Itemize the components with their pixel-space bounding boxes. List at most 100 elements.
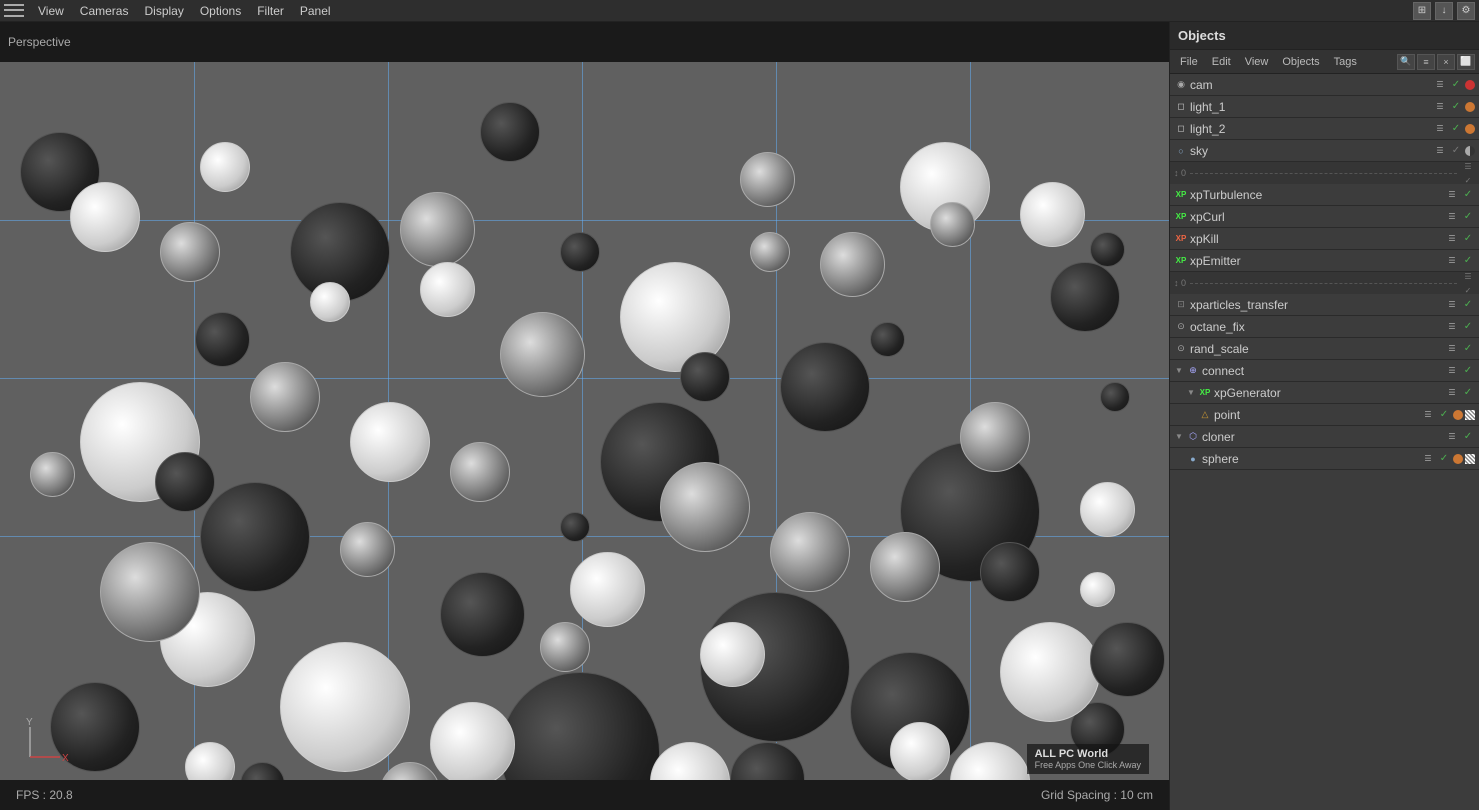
obj-name-xpkill: xpKill [1190,232,1443,246]
point-controls: ☰ ✓ [1421,408,1475,422]
panel-file[interactable]: File [1174,54,1204,70]
sky-color-dot [1465,146,1475,156]
panel-objects[interactable]: Objects [1276,54,1325,70]
menu-display[interactable]: Display [136,2,191,20]
obj-item-connect[interactable]: ▼ ⊕ connect ☰ ✓ [1170,360,1479,382]
layout-icon[interactable]: ⊞ [1413,2,1431,20]
panel-view[interactable]: View [1239,54,1275,70]
xpturbulence-vis-btn[interactable]: ☰ [1445,188,1459,202]
obj-item-cloner[interactable]: ▼ ⬡ cloner ☰ ✓ [1170,426,1479,448]
menu-panel[interactable]: Panel [292,2,339,20]
connect-check-btn[interactable]: ✓ [1461,364,1475,378]
xpgen-vis-btn[interactable]: ☰ [1445,386,1459,400]
rand-vis-btn[interactable]: ☰ [1445,342,1459,356]
obj-item-sphere[interactable]: ● sphere ☰ ✓ [1170,448,1479,470]
cloner-icon: ⬡ [1186,430,1200,444]
obj-item-light1[interactable]: ◻ light_1 ☰ ✓ [1170,96,1479,118]
xpgen-check-btn[interactable]: ✓ [1461,386,1475,400]
save-icon[interactable]: ↓ [1435,2,1453,20]
sky-check-btn[interactable]: ✓ [1449,144,1463,158]
obj-item-xparticles-transfer[interactable]: ⊡ xparticles_transfer ☰ ✓ [1170,294,1479,316]
menu-filter[interactable]: Filter [249,2,292,20]
sphere-obj [930,202,975,247]
sphere-obj [340,522,395,577]
xpt-vis-btn[interactable]: ☰ [1445,298,1459,312]
settings-icon[interactable]: ⚙ [1457,2,1475,20]
obj-item-rand-scale[interactable]: ⊙ rand_scale ☰ ✓ [1170,338,1479,360]
panel-tags[interactable]: Tags [1328,54,1363,70]
obj-item-xpkill[interactable]: XP xpKill ☰ ✓ [1170,228,1479,250]
search-icon[interactable]: 🔍 [1397,54,1415,70]
obj-item-point[interactable]: △ point ☰ ✓ [1170,404,1479,426]
app-icon [4,3,24,19]
expand-icon[interactable]: ⬜ [1457,54,1475,70]
sphere-obj [195,312,250,367]
light1-check-btn[interactable]: ✓ [1449,100,1463,114]
obj-item-octane-fix[interactable]: ⊙ octane_fix ☰ ✓ [1170,316,1479,338]
obj-item-xpcurl[interactable]: XP xpCurl ☰ ✓ [1170,206,1479,228]
sphere-obj [680,352,730,402]
sphere-checker-dot [1465,454,1475,464]
cam-vis-btn[interactable]: ☰ [1433,78,1447,92]
obj-item-sky[interactable]: ○ sky ☰ ✓ [1170,140,1479,162]
xpkill-check-btn[interactable]: ✓ [1461,232,1475,246]
sphere-check-btn[interactable]: ✓ [1437,452,1451,466]
sphere-obj [950,742,1030,780]
axis-svg: X Y [20,717,70,767]
point-vis-btn[interactable]: ☰ [1421,408,1435,422]
viewport-canvas[interactable] [0,62,1169,780]
xpturbulence-check-btn[interactable]: ✓ [1461,188,1475,202]
octane-fix-icon: ⊙ [1174,320,1188,334]
sphere-obj [450,442,510,502]
sphere-obj [185,742,235,780]
xpkill-vis-btn[interactable]: ☰ [1445,232,1459,246]
obj-item-xpgenerator[interactable]: ▼ XP xpGenerator ☰ ✓ [1170,382,1479,404]
cam-check-btn[interactable]: ✓ [1449,78,1463,92]
xpemitter-check-btn[interactable]: ✓ [1461,254,1475,268]
menu-options[interactable]: Options [192,2,249,20]
xpt-check-btn[interactable]: ✓ [1461,298,1475,312]
sphere-obj [400,192,475,267]
cloner-vis-btn[interactable]: ☰ [1445,430,1459,444]
light2-vis-btn[interactable]: ☰ [1433,122,1447,136]
grid-line-h1 [0,220,1169,221]
panel-toolbar-right: 🔍 ≡ × ⬜ [1397,54,1475,70]
xpgenerator-controls: ☰ ✓ [1445,386,1475,400]
sphere-obj [480,102,540,162]
obj-item-cam[interactable]: ◉ cam ☰ ✓ [1170,74,1479,96]
cloner-check-btn[interactable]: ✓ [1461,430,1475,444]
rand-check-btn[interactable]: ✓ [1461,342,1475,356]
layers-icon[interactable]: ≡ [1417,54,1435,70]
octane-vis-btn[interactable]: ☰ [1445,320,1459,334]
fps-label: FPS : 20.8 [16,788,73,802]
sphere-obj [770,512,850,592]
xpcurl-vis-btn[interactable]: ☰ [1445,210,1459,224]
xpemitter-vis-btn[interactable]: ☰ [1445,254,1459,268]
cloner-expand[interactable]: ▼ [1174,432,1184,442]
close-icon[interactable]: × [1437,54,1455,70]
light1-vis-btn[interactable]: ☰ [1433,100,1447,114]
axis-y-label: Y [26,717,33,728]
obj-item-xpturbulence[interactable]: XP xpTurbulence ☰ ✓ [1170,184,1479,206]
sphere-obj [250,362,320,432]
sphere-obj [1080,482,1135,537]
panel-edit[interactable]: Edit [1206,54,1237,70]
cloner-controls: ☰ ✓ [1445,430,1475,444]
octane-check-btn[interactable]: ✓ [1461,320,1475,334]
connect-expand[interactable]: ▼ [1174,366,1184,376]
connect-vis-btn[interactable]: ☰ [1445,364,1459,378]
obj-item-light2[interactable]: ◻ light_2 ☰ ✓ [1170,118,1479,140]
point-check-btn[interactable]: ✓ [1437,408,1451,422]
menu-cameras[interactable]: Cameras [72,2,137,20]
menu-view[interactable]: View [30,2,72,20]
obj-name-sky: sky [1190,144,1431,158]
light2-check-btn[interactable]: ✓ [1449,122,1463,136]
sky-vis-btn[interactable]: ☰ [1433,144,1447,158]
xpgenerator-expand[interactable]: ▼ [1186,388,1196,398]
xpcurl-check-btn[interactable]: ✓ [1461,210,1475,224]
viewport: Perspective [0,22,1169,810]
obj-item-xpemitter[interactable]: XP xpEmitter ☰ ✓ [1170,250,1479,272]
obj-name-xparticles-transfer: xparticles_transfer [1190,298,1443,312]
sphere-vis-btn[interactable]: ☰ [1421,452,1435,466]
xpkill-controls: ☰ ✓ [1445,232,1475,246]
